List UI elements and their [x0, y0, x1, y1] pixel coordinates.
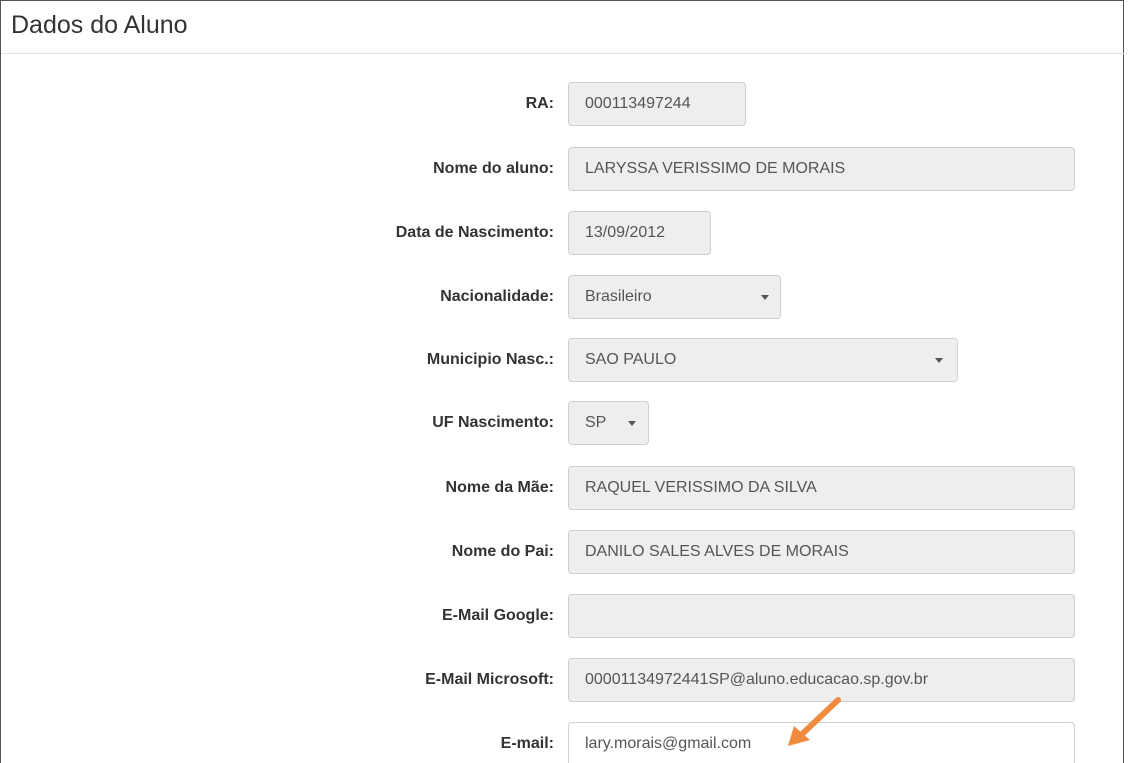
nome-pai-label: Nome do Pai: — [451, 543, 554, 560]
nacionalidade-label: Nacionalidade: — [440, 288, 554, 305]
nome-aluno-field[interactable]: LARYSSA VERISSIMO DE MORAIS — [568, 147, 1075, 191]
ra-field[interactable]: 000113497244 — [568, 82, 746, 126]
arrow-annotation-icon — [788, 697, 841, 746]
email-google-field[interactable] — [568, 594, 1075, 638]
nome-mae-field[interactable]: RAQUEL VERISSIMO DA SILVA — [568, 466, 1075, 510]
data-nascimento-label: Data de Nascimento: — [395, 224, 554, 241]
panel-title: Dados do Aluno — [11, 11, 188, 39]
municipio-nasc-value: SAO PAULO — [585, 351, 677, 368]
ra-label: RA: — [525, 95, 554, 112]
form-row-nome-pai: Nome do Pai: DANILO SALES ALVES DE MORAI… — [0, 530, 1124, 574]
nacionalidade-value: Brasileiro — [585, 288, 652, 305]
form-row-nacionalidade: Nacionalidade: Brasileiro — [0, 275, 1124, 319]
data-nascimento-value: 13/09/2012 — [585, 224, 666, 241]
form-row-email-google: E-Mail Google: — [0, 594, 1124, 638]
form-row-nome-mae: Nome da Mãe: RAQUEL VERISSIMO DA SILVA — [0, 466, 1124, 510]
email-microsoft-label: E-Mail Microsoft: — [425, 671, 554, 688]
caret-down-icon — [628, 421, 636, 426]
email-value: lary.morais@gmail.com — [585, 735, 752, 752]
uf-nascimento-value: SP — [585, 414, 607, 431]
form-row-nome-aluno: Nome do aluno: LARYSSA VERISSIMO DE MORA… — [0, 147, 1124, 191]
email-google-label: E-Mail Google: — [442, 607, 554, 624]
municipio-nasc-label: Municipio Nasc.: — [426, 351, 554, 368]
student-data-page: Dados do Aluno RA: 000113497244 Nome do … — [0, 0, 1129, 763]
nome-mae-label: Nome da Mãe: — [445, 479, 554, 496]
municipio-nasc-select[interactable]: SAO PAULO — [568, 338, 958, 382]
ra-value: 000113497244 — [585, 95, 691, 112]
nome-aluno-label: Nome do aluno: — [433, 160, 554, 177]
uf-nascimento-select[interactable]: SP — [568, 401, 649, 445]
nome-aluno-value: LARYSSA VERISSIMO DE MORAIS — [585, 160, 846, 177]
form-row-municipio-nasc: Municipio Nasc.: SAO PAULO — [0, 338, 1124, 382]
form-row-email-microsoft: E-Mail Microsoft: 00001134972441SP@aluno… — [0, 658, 1124, 702]
form-row-data-nascimento: Data de Nascimento: 13/09/2012 — [0, 211, 1124, 255]
nome-pai-field[interactable]: DANILO SALES ALVES DE MORAIS — [568, 530, 1075, 574]
form-row-uf-nascimento: UF Nascimento: SP — [0, 401, 1124, 445]
form-row-ra: RA: 000113497244 — [0, 82, 1124, 126]
email-label: E-mail: — [500, 735, 554, 752]
nacionalidade-select[interactable]: Brasileiro — [568, 275, 781, 319]
data-nascimento-field[interactable]: 13/09/2012 — [568, 211, 711, 255]
form-row-email: E-mail: lary.morais@gmail.com — [0, 722, 1124, 763]
arrow-shaft — [795, 697, 841, 741]
caret-down-icon — [761, 295, 769, 300]
panel-heading: Dados do Aluno — [1, 1, 1128, 54]
nome-mae-value: RAQUEL VERISSIMO DA SILVA — [585, 479, 817, 496]
uf-nascimento-label: UF Nascimento: — [432, 414, 554, 431]
email-microsoft-value: 00001134972441SP@aluno.educacao.sp.gov.b… — [585, 671, 929, 688]
nome-pai-value: DANILO SALES ALVES DE MORAIS — [585, 543, 849, 560]
caret-down-icon — [935, 358, 943, 363]
